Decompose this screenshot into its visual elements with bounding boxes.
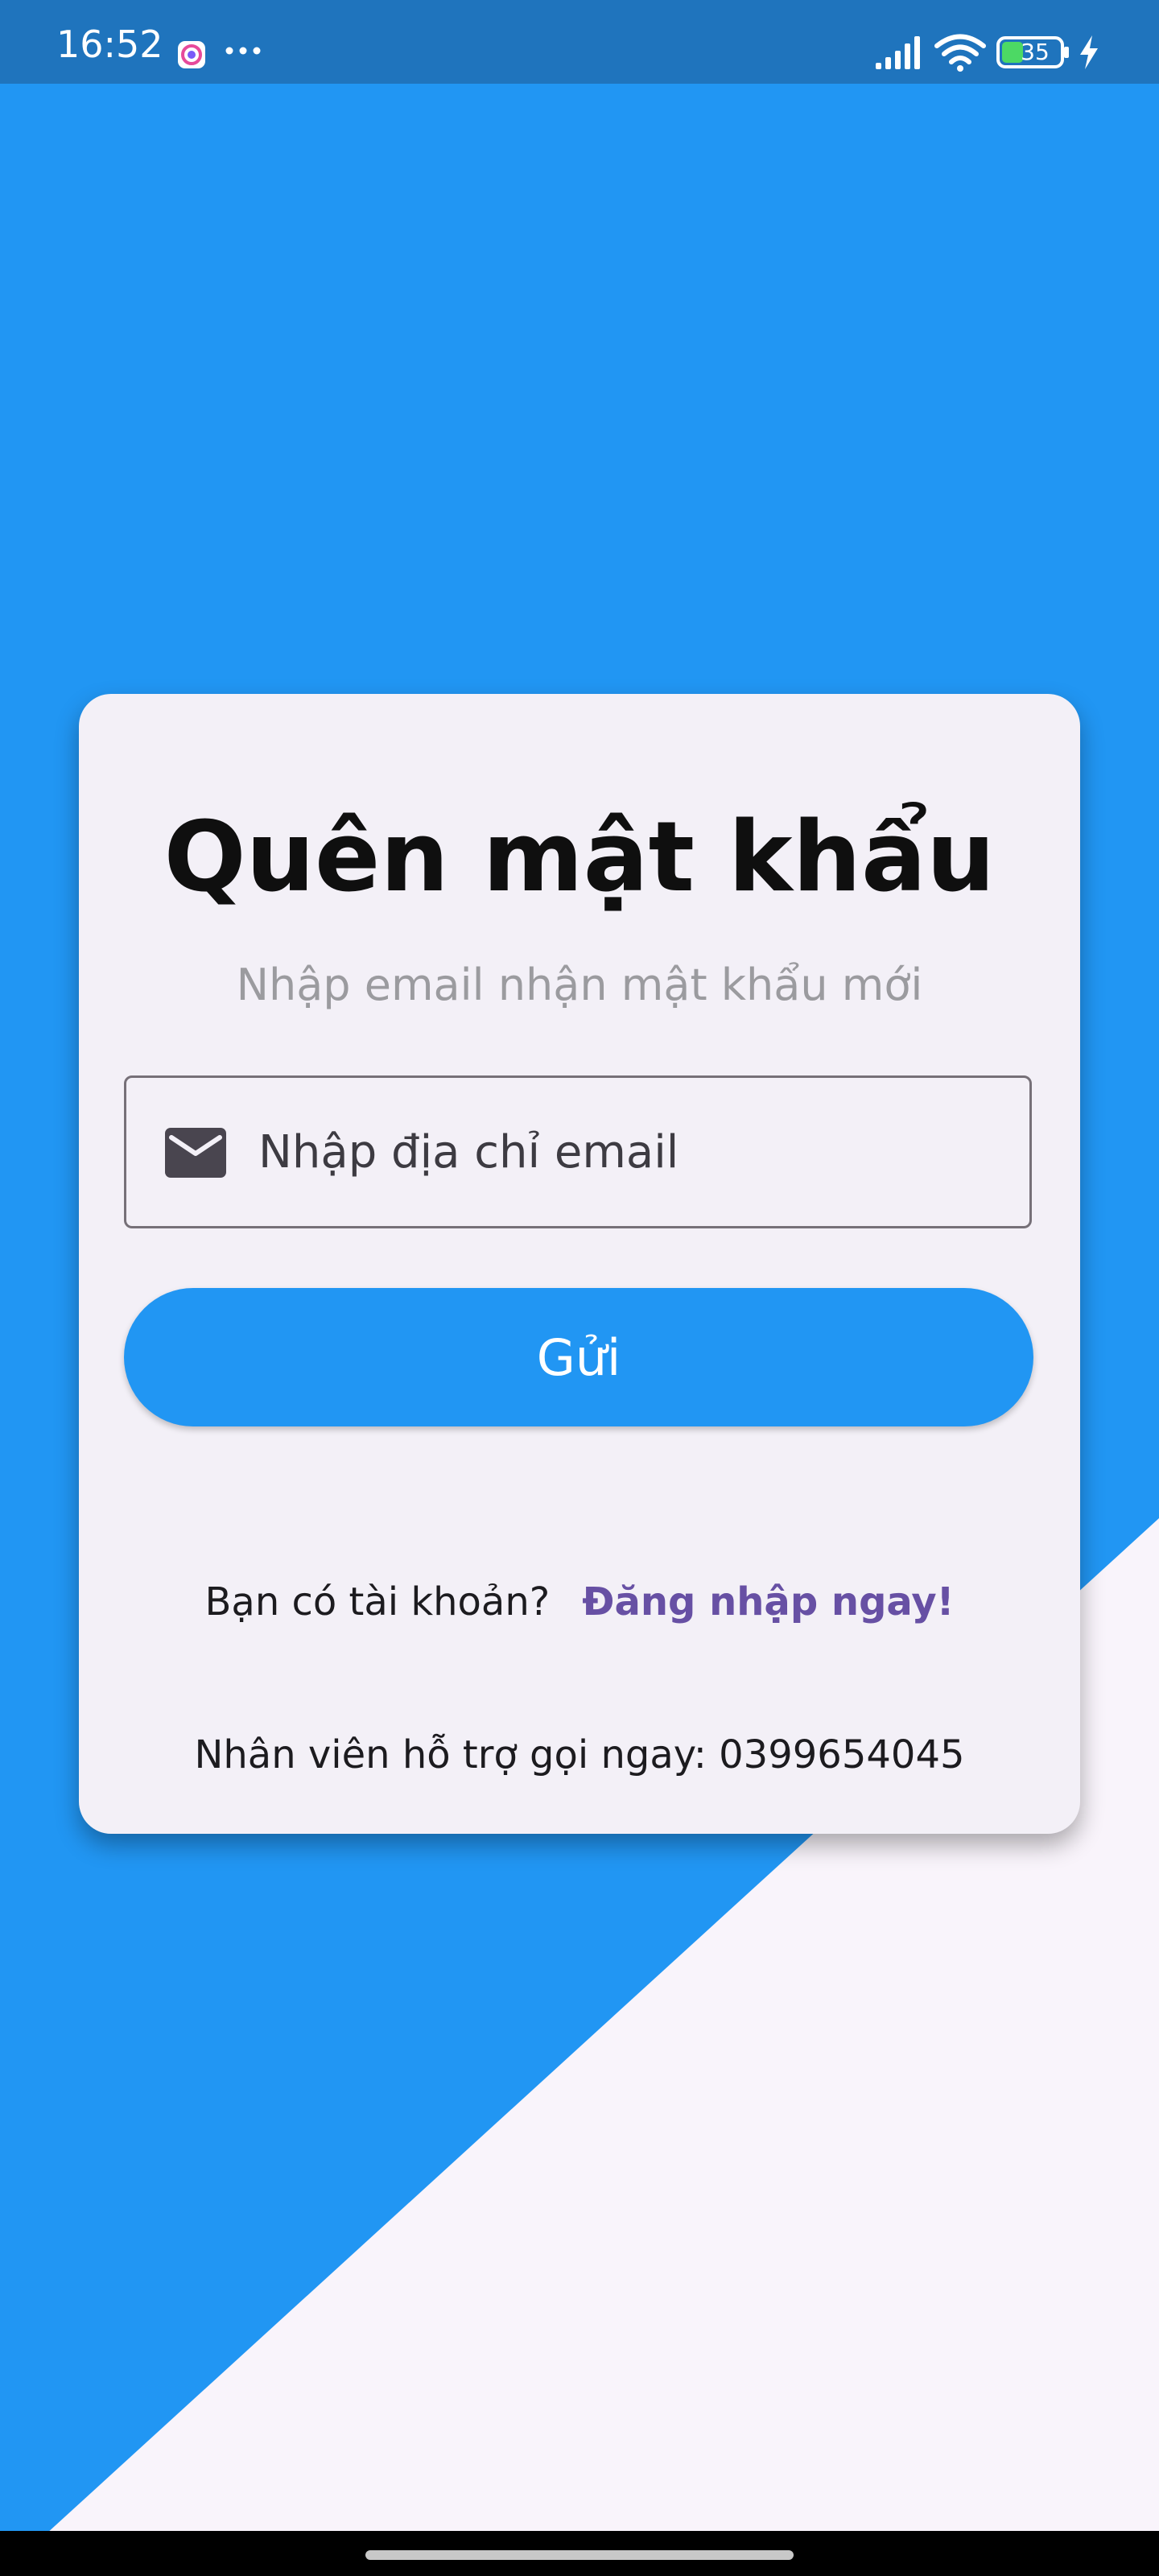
forgot-password-screen: 16:52 35 Quên mật khẩu Nhập email nhận m… (0, 0, 1159, 2576)
forgot-password-card: Quên mật khẩu Nhập email nhận mật khẩu m… (79, 694, 1080, 1834)
charging-icon (1080, 35, 1098, 69)
more-dots-icon (225, 47, 261, 55)
signal-icon (876, 36, 920, 69)
login-prompt: Bạn có tài khoản? Đăng nhập ngay! (79, 1579, 1080, 1626)
system-navigation-bar (0, 2531, 1159, 2576)
email-field[interactable] (124, 1075, 1032, 1228)
email-input[interactable] (258, 1112, 983, 1192)
wifi-icon (934, 34, 986, 72)
app-notification-icon (178, 41, 205, 68)
page-subtitle: Nhập email nhận mật khẩu mới (236, 960, 923, 1010)
home-indicator[interactable] (365, 2550, 794, 2560)
battery-level: 35 (1021, 39, 1050, 65)
account-question: Bạn có tài khoản? (204, 1579, 551, 1624)
login-link[interactable]: Đăng nhập ngay! (582, 1579, 954, 1624)
mail-icon (165, 1128, 226, 1178)
send-button[interactable]: Gửi (124, 1288, 1033, 1426)
page-title: Quên mật khẩu (163, 802, 996, 914)
status-bar: 16:52 35 (0, 0, 1159, 84)
status-time: 16:52 (56, 23, 163, 66)
support-hotline: Nhân viên hỗ trợ gọi ngay: 0399654045 (194, 1732, 965, 1777)
